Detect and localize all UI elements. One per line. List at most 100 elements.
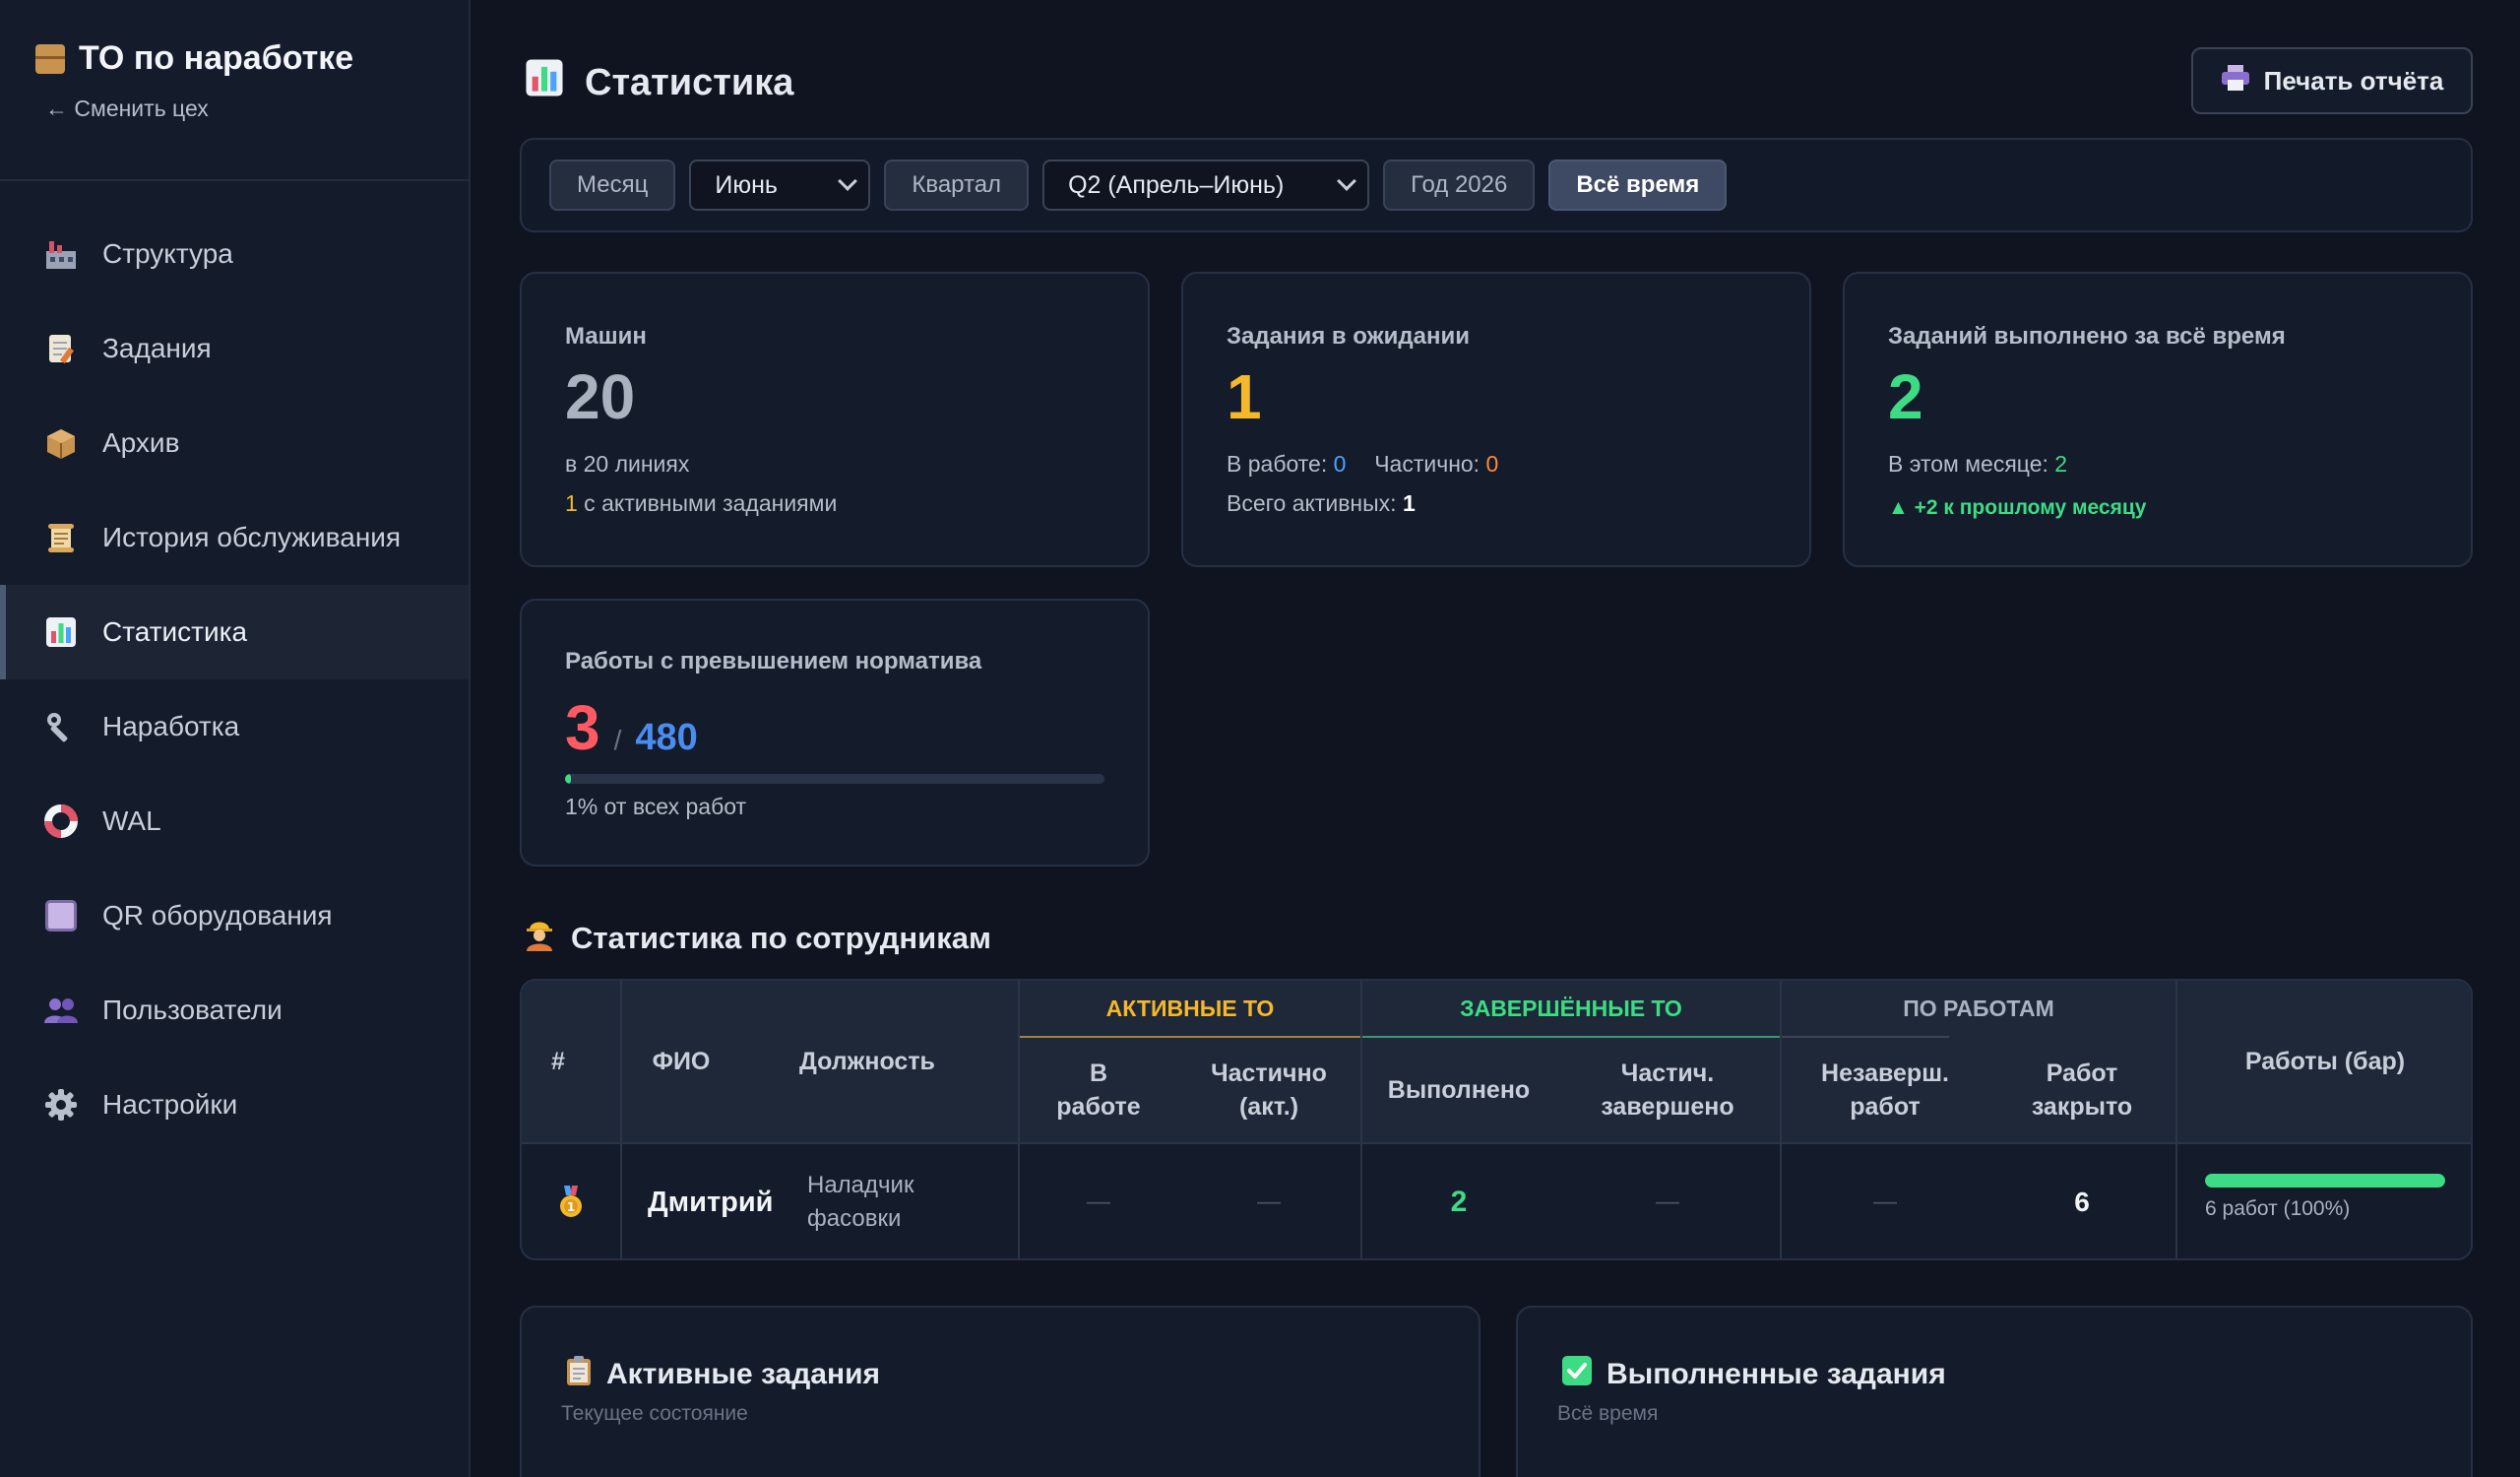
chevron-down-icon: [1337, 171, 1356, 191]
overrun-values: 3 / 480: [565, 691, 698, 764]
page-header: Статистика Печать отчёта: [520, 47, 2473, 114]
sidebar-item-runtime[interactable]: Наработка: [0, 679, 469, 774]
pending-breakdown: В работе: 0 Частично: 0: [1227, 451, 1499, 477]
col-position[interactable]: Должность: [799, 981, 996, 1142]
sidebar-item-statistics[interactable]: Статистика: [0, 585, 469, 679]
overrun-footer: 1% от всех работ: [565, 794, 747, 819]
chevron-down-icon: [838, 171, 858, 191]
col-unfinished[interactable]: Незаверш. работ: [1782, 1038, 1988, 1142]
pending-count: 1: [1227, 361, 1262, 432]
staff-table: АКТИВНЫЕ ТО ЗАВЕРШЁННЫЕ ТО ПО РАБОТАМ # …: [520, 979, 2473, 1260]
active-tasks-panel: Активные задания Текущее состояние: [520, 1306, 1480, 1477]
brand: ТО по наработке ← Сменить цех: [0, 0, 469, 181]
cell-partial-done: —: [1656, 1188, 1679, 1215]
overrun-card: Работы с превышением норматива 3 / 480 1…: [520, 599, 1150, 867]
app-title: ТО по наработке: [35, 39, 433, 78]
printer-icon: [2221, 64, 2250, 98]
month-filter-button[interactable]: Месяц: [549, 160, 676, 211]
cell-in-work: —: [1087, 1188, 1110, 1215]
factory-icon: [43, 236, 79, 272]
done-card: Заданий выполнено за всё время 2 В этом …: [1843, 272, 2473, 567]
lifebuoy-icon: [43, 803, 79, 839]
sidebar-item-archive[interactable]: Архив: [0, 396, 469, 490]
quarter-select[interactable]: Q2 (Апрель–Июнь): [1042, 160, 1370, 211]
employee-name: Дмитрий: [648, 1186, 774, 1218]
bar-chart-icon: [524, 57, 565, 108]
wrench-icon: [43, 709, 79, 744]
sidebar-item-tasks[interactable]: Задания: [0, 301, 469, 396]
pending-total: Всего активных: 1: [1227, 490, 1416, 516]
users-icon: [43, 993, 79, 1028]
sidebar-item-qr[interactable]: QR оборудования: [0, 868, 469, 963]
check-mark-icon: [1561, 1355, 1593, 1394]
print-report-button[interactable]: Печать отчёта: [2191, 47, 2473, 114]
col-done[interactable]: Выполнено: [1362, 1038, 1555, 1142]
bar-chart-icon: [43, 614, 79, 650]
panel-subtitle: Всё время: [1557, 1402, 1659, 1425]
done-count: 2: [1888, 361, 1923, 432]
group-header-active: АКТИВНЫЕ ТО: [1105, 995, 1275, 1021]
machines-count: 20: [565, 361, 636, 432]
overrun-count: 3: [565, 692, 600, 763]
col-name[interactable]: ФИО: [620, 981, 742, 1142]
group-header-completed: ЗАВЕРШЁННЫЕ ТО: [1460, 995, 1682, 1021]
panel-title: Активные задания: [565, 1355, 880, 1394]
work-bar-track: [2205, 1174, 2445, 1188]
completed-tasks-panel: Выполненные задания Всё время: [1516, 1306, 2473, 1477]
col-partial-active[interactable]: Частично (акт.): [1177, 1038, 1360, 1142]
sidebar-item-structure[interactable]: Структура: [0, 207, 469, 301]
memo-icon: [43, 331, 79, 366]
worker-icon: [524, 918, 555, 959]
col-closed[interactable]: Работ закрыто: [1988, 1038, 2175, 1142]
clipboard-icon: [565, 1355, 593, 1394]
work-bar-label: 6 работ (100%): [2205, 1197, 2351, 1220]
machines-card: Машин 20 в 20 линиях 1 с активными задан…: [520, 272, 1150, 567]
overrun-total: 480: [635, 717, 698, 758]
cell-done: 2: [1450, 1186, 1468, 1218]
card-label: Машин: [565, 323, 647, 350]
gear-icon: [43, 1087, 79, 1123]
qr-square-icon: [43, 898, 79, 933]
scroll-icon: [43, 520, 79, 555]
month-select[interactable]: Июнь: [689, 160, 871, 211]
card-label: Работы с превышением норматива: [565, 648, 982, 674]
machines-lines: в 20 линиях: [565, 451, 690, 477]
overrun-progress-fill: [565, 774, 571, 784]
cell-partial-active: —: [1257, 1188, 1281, 1215]
done-this-month: В этом месяце: 2: [1888, 451, 2068, 477]
sidebar: ТО по наработке ← Сменить цех Структура …: [0, 0, 471, 1477]
group-header-by-work: ПО РАБОТАМ: [1903, 995, 2054, 1021]
pending-card: Задания в ожидании 1 В работе: 0 Частичн…: [1181, 272, 1811, 567]
sidebar-item-settings[interactable]: Настройки: [0, 1058, 469, 1152]
employee-position: Наладчик фасовки: [807, 1172, 914, 1232]
col-bar[interactable]: Работы (бар): [2177, 981, 2471, 1142]
cell-closed: 6: [2074, 1187, 2090, 1217]
col-partial-done[interactable]: Частич. завершено: [1555, 1038, 1780, 1142]
cell-unfinished: —: [1873, 1188, 1897, 1215]
package-icon: [35, 43, 65, 74]
package-icon: [43, 425, 79, 461]
sidebar-item-wal[interactable]: WAL: [0, 774, 469, 868]
machines-active: 1 с активными заданиями: [565, 490, 838, 516]
col-in-work[interactable]: Вработе: [1020, 1038, 1177, 1142]
svg-text:1: 1: [567, 1200, 575, 1214]
card-label: Задания в ожидании: [1227, 323, 1471, 350]
panel-title: Выполненные задания: [1561, 1355, 1946, 1394]
sidebar-item-history[interactable]: История обслуживания: [0, 490, 469, 585]
work-bar-fill: [2205, 1174, 2445, 1188]
overrun-progress-bar: [565, 774, 1104, 784]
sidebar-nav: Структура Задания Архив История обслужив…: [0, 181, 469, 1152]
sidebar-item-users[interactable]: Пользователи: [0, 963, 469, 1058]
change-shop-link[interactable]: ← Сменить цех: [35, 96, 433, 122]
medal-icon: 1: [522, 1144, 620, 1258]
all-time-filter-button[interactable]: Всё время: [1548, 160, 1728, 211]
staff-section-title: Статистика по сотрудникам: [524, 918, 991, 959]
year-filter-button[interactable]: Год 2026: [1383, 160, 1536, 211]
panel-subtitle: Текущее состояние: [561, 1402, 748, 1425]
period-filter-bar: Месяц Июнь Квартал Q2 (Апрель–Июнь) Год …: [520, 138, 2473, 232]
done-delta: ▲ +2 к прошлому месяцу: [1888, 496, 2147, 519]
page-title: Статистика: [524, 57, 793, 108]
col-num: #: [551, 1048, 565, 1075]
card-label: Заданий выполнено за всё время: [1888, 323, 2286, 350]
quarter-filter-button[interactable]: Квартал: [884, 160, 1030, 211]
